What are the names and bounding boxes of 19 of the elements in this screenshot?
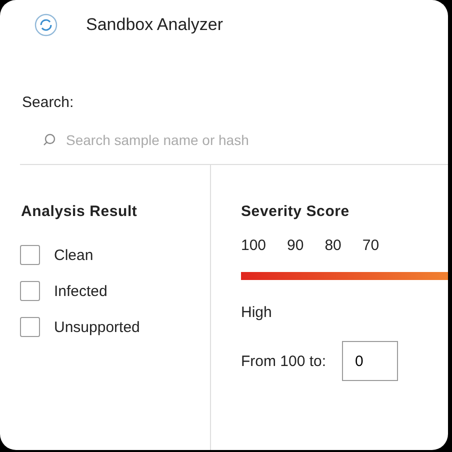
checkbox-label: Clean (54, 246, 94, 264)
section-heading: Analysis Result (21, 203, 138, 222)
range-label: From 100 to: (241, 352, 326, 370)
checkbox-label: Infected (54, 282, 108, 300)
search-label: Search: (22, 94, 75, 111)
scale-tick: 90 (287, 237, 304, 254)
range-input[interactable]: 0 (342, 341, 398, 381)
window-title: Sandbox Analyzer (86, 15, 224, 35)
logo-icon (34, 13, 58, 37)
scale-tick: 70 (362, 237, 380, 254)
checkbox[interactable] (20, 317, 40, 337)
scale-tick: 100 (241, 237, 266, 254)
scale-tick: 80 (324, 237, 342, 254)
checkbox[interactable] (20, 245, 40, 265)
search-icon (42, 133, 56, 147)
severity-level: High (241, 304, 273, 321)
checkbox-label: Unsupported (54, 318, 140, 336)
section-heading: Severity Score (241, 203, 350, 222)
checkbox[interactable] (20, 281, 40, 301)
